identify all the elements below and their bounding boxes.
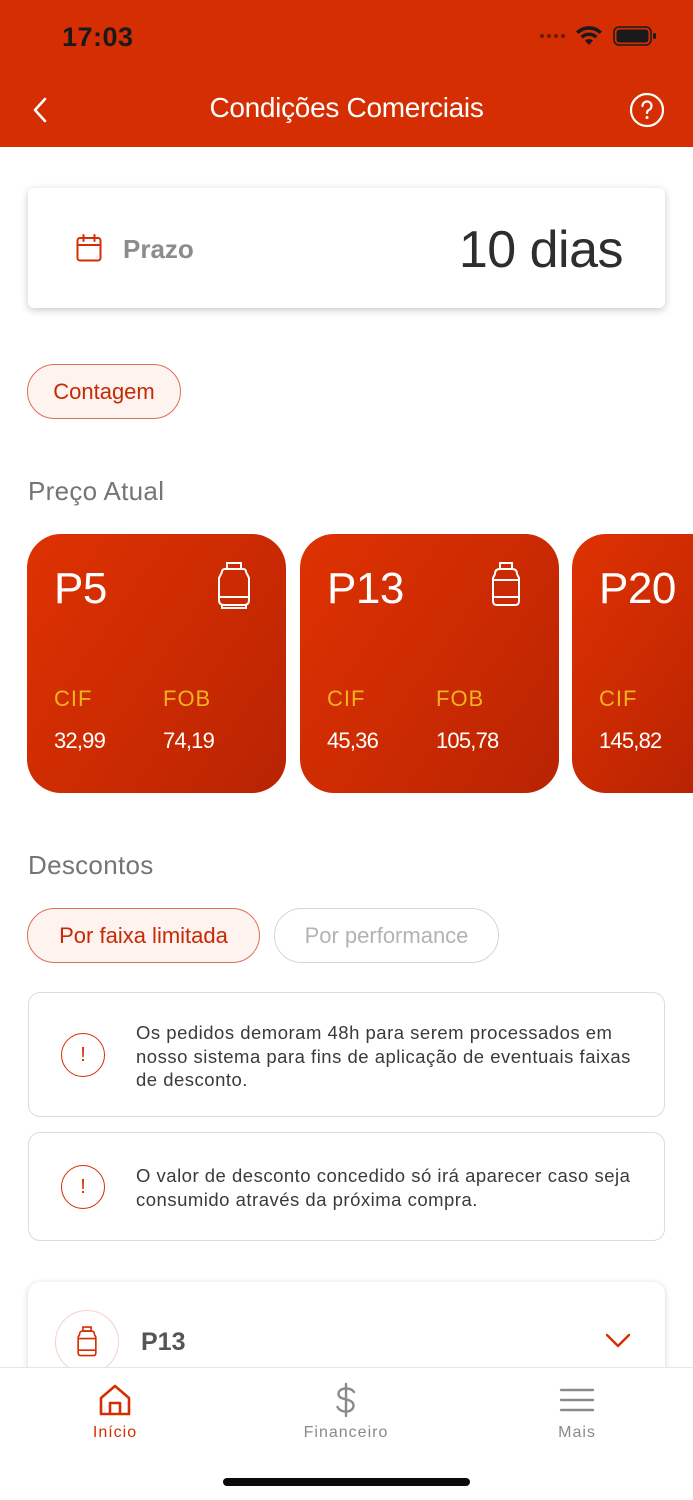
app-header: 17:03 Condições Comerciais: [0, 0, 693, 147]
tab-label: Por faixa limitada: [59, 922, 228, 948]
help-circle-icon: [629, 92, 665, 128]
descontos-title: Descontos: [28, 850, 154, 880]
status-time: 17:03: [62, 22, 134, 52]
cif-label: CIF: [54, 686, 93, 711]
tab-por-faixa-limitada[interactable]: Por faixa limitada: [27, 908, 260, 963]
dollar-icon: [336, 1382, 356, 1418]
calendar-icon: [76, 234, 102, 262]
tab-financeiro[interactable]: Financeiro: [286, 1382, 406, 1452]
status-icons: [540, 26, 657, 46]
tab-label: Financeiro: [303, 1424, 389, 1441]
info-notice-text: Os pedidos demoram 48h para serem proces…: [136, 1022, 631, 1090]
info-notice: ! O valor de desconto concedido só irá a…: [28, 1132, 665, 1241]
prazo-card: Prazo 10 dias: [28, 188, 665, 308]
price-card-name: P20: [599, 564, 676, 613]
cif-label: CIF: [327, 686, 366, 711]
location-chip[interactable]: Contagem: [27, 364, 181, 419]
fob-label: FOB: [436, 686, 485, 711]
price-card-name: P5: [54, 564, 107, 613]
tab-por-performance[interactable]: Por performance: [274, 908, 499, 963]
page-title: Condições Comerciais: [209, 92, 484, 123]
cif-label: CIF: [599, 686, 638, 711]
fob-value: 74,19: [163, 728, 215, 753]
tab-mais[interactable]: Mais: [517, 1382, 637, 1452]
price-card-p13[interactable]: P13 CIF FOB 45,36 105,78: [300, 534, 559, 793]
signal-icon: [540, 34, 565, 38]
prazo-value: 10 dias: [458, 221, 624, 279]
tab-inicio[interactable]: Início: [55, 1382, 175, 1452]
location-chip-label: Contagem: [53, 378, 155, 404]
gas-cylinder-icon: [55, 1310, 119, 1374]
fob-value: 105,78: [436, 728, 499, 753]
tab-label: Por performance: [304, 922, 469, 948]
info-notice: ! Os pedidos demoram 48h para serem proc…: [28, 992, 665, 1117]
prazo-label: Prazo: [123, 234, 194, 264]
gas-cylinder-icon: [218, 562, 250, 609]
price-card-name: P13: [327, 564, 404, 613]
price-card-p5[interactable]: P5 CIF FOB 32,99 74,19: [27, 534, 286, 793]
accordion-title: P13: [141, 1328, 186, 1356]
tab-label: Mais: [558, 1424, 596, 1441]
fob-label: FOB: [163, 686, 212, 711]
wifi-icon: [576, 26, 602, 45]
alert-icon: !: [61, 1165, 105, 1209]
tab-label: Início: [92, 1424, 138, 1441]
price-card-p20[interactable]: P20 CIF 145,82: [572, 534, 693, 793]
cif-value: 145,82: [599, 728, 662, 753]
cif-value: 32,99: [54, 728, 106, 753]
home-indicator[interactable]: [223, 1478, 470, 1486]
chevron-down-icon: [605, 1333, 631, 1348]
help-button[interactable]: [629, 92, 665, 128]
alert-icon: !: [61, 1033, 105, 1077]
preco-atual-title: Preço Atual: [28, 476, 165, 506]
home-icon: [99, 1384, 131, 1416]
cif-value: 45,36: [327, 728, 379, 753]
battery-icon: [613, 26, 656, 46]
menu-icon: [559, 1388, 595, 1412]
info-notice-text: O valor de desconto concedido só irá apa…: [136, 1165, 631, 1210]
gas-cylinder-icon: [492, 562, 520, 606]
